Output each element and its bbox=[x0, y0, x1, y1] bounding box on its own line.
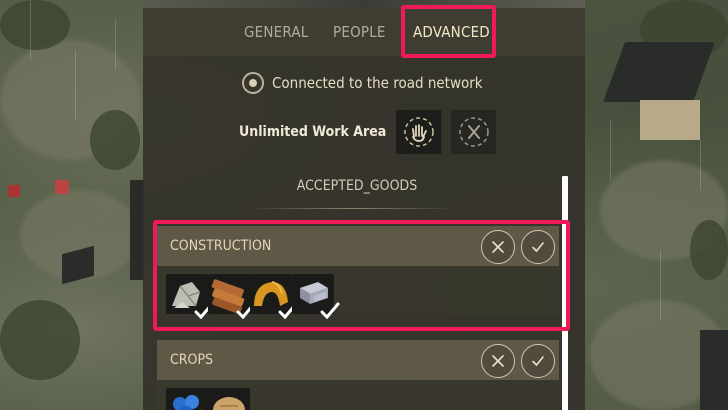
bread-icon bbox=[213, 397, 245, 410]
category-goods bbox=[157, 380, 559, 410]
building-panel: GENERAL PEOPLE ADVANCED Connected to the… bbox=[143, 0, 585, 410]
work-area-label: Unlimited Work Area bbox=[239, 124, 387, 140]
check-icon bbox=[532, 242, 544, 253]
deny-all-button[interactable] bbox=[481, 230, 515, 264]
house-wall bbox=[640, 100, 700, 140]
good-planks[interactable] bbox=[208, 274, 256, 320]
good-roof-tiles[interactable] bbox=[250, 274, 298, 320]
tab-people[interactable]: PEOPLE bbox=[333, 8, 386, 56]
category-header: CONSTRUCTION bbox=[157, 226, 559, 266]
road-status: Connected to the road network bbox=[242, 70, 483, 96]
close-icon bbox=[492, 241, 504, 253]
accepted-goods-title: ACCEPTED_GOODS bbox=[296, 178, 418, 194]
close-icon bbox=[492, 355, 504, 367]
good-iron[interactable] bbox=[292, 274, 340, 320]
scrollbar[interactable] bbox=[562, 176, 568, 410]
deny-all-button[interactable] bbox=[481, 344, 515, 378]
category-name: CONSTRUCTION bbox=[170, 238, 272, 254]
tab-bar: GENERAL PEOPLE ADVANCED bbox=[143, 8, 585, 56]
good-bread[interactable] bbox=[208, 388, 250, 410]
section-divider bbox=[248, 208, 458, 209]
checkmark-icon bbox=[320, 302, 340, 320]
check-icon bbox=[532, 356, 544, 367]
category-construction: CONSTRUCTION bbox=[157, 226, 559, 320]
blueberries-icon bbox=[173, 395, 202, 410]
house-roof bbox=[603, 42, 715, 102]
work-area-row: Unlimited Work Area bbox=[239, 110, 506, 154]
accept-all-button[interactable] bbox=[521, 344, 555, 378]
good-stone[interactable] bbox=[166, 274, 214, 320]
good-blueberries[interactable] bbox=[166, 388, 208, 410]
limited-work-area-button[interactable] bbox=[451, 110, 497, 154]
category-name: CROPS bbox=[170, 352, 214, 368]
hand-icon bbox=[404, 117, 434, 147]
category-crops: CROPS bbox=[157, 340, 559, 410]
road-status-text: Connected to the road network bbox=[272, 74, 483, 92]
accept-all-button[interactable] bbox=[521, 230, 555, 264]
tab-general[interactable]: GENERAL bbox=[244, 8, 309, 56]
panel-header-strip bbox=[143, 0, 585, 8]
category-header: CROPS bbox=[157, 340, 559, 380]
category-goods bbox=[157, 266, 559, 320]
unlimited-work-area-button[interactable] bbox=[396, 110, 442, 154]
tab-advanced[interactable]: ADVANCED bbox=[413, 8, 490, 56]
radio-icon bbox=[242, 72, 264, 94]
x-circle-icon bbox=[459, 117, 489, 147]
